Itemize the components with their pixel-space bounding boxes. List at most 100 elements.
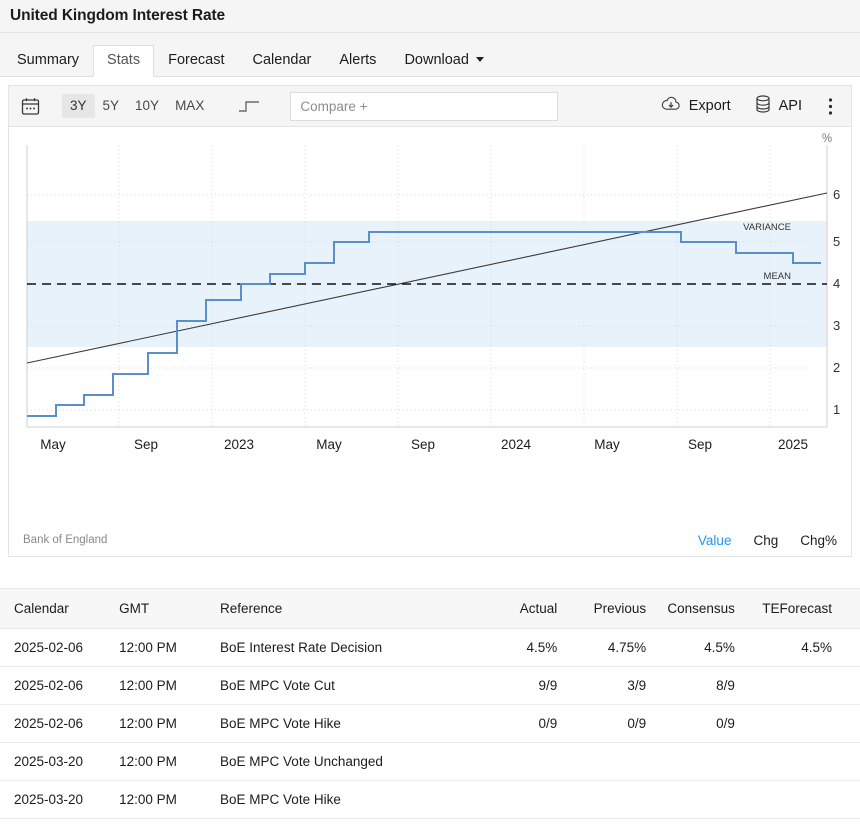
cell-consensus: 4.5% [660,629,749,667]
cell-consensus [660,819,749,829]
svg-text:5: 5 [833,234,840,249]
cell-calendar: 2025-02-06 [0,705,119,743]
y-axis-ticks: 1 2 3 4 5 6 [833,187,840,417]
cell-actual: 9/9 [482,667,571,705]
svg-text:May: May [40,437,66,452]
cell-consensus: 8/9 [660,667,749,705]
table-row[interactable]: 2025-02-06 12:00 PM BoE MPC Vote Hike 0/… [0,705,860,743]
cell-previous: 4.75% [571,629,660,667]
cell-gmt: 12:00 PM [119,667,220,705]
table-row[interactable]: 2025-03-20 12:00 PM BoE MPC Vote Unchang… [0,743,860,781]
metric-link-value[interactable]: Value [698,533,732,548]
cell-reference: BoE MPC Vote Unchanged [220,743,482,781]
svg-text:May: May [594,437,620,452]
svg-text:May: May [316,437,342,452]
cell-gmt: 12:00 PM [119,629,220,667]
cell-reference: BoE MPC Vote Hike [220,781,482,819]
step-chart-icon[interactable] [238,98,260,114]
cell-reference: BoE MPC Vote Cut [220,819,482,829]
tab-forecast[interactable]: Forecast [154,45,238,78]
table-header: Calendar GMT Reference Actual Previous C… [0,589,860,629]
tab-stats[interactable]: Stats [93,45,154,78]
tab-bar: Summary Stats Forecast Calendar Alerts D… [0,33,860,77]
svg-text:Sep: Sep [411,437,435,452]
cell-teforecast [749,743,860,781]
cell-gmt: 12:00 PM [119,781,220,819]
tab-label: Download [404,53,469,68]
cell-previous: 3/9 [571,667,660,705]
svg-text:2025: 2025 [778,437,808,452]
cell-consensus: 0/9 [660,705,749,743]
export-button[interactable]: Export [649,92,743,120]
vertical-dots-icon[interactable] [814,93,841,120]
cell-reference: BoE Interest Rate Decision [220,629,482,667]
tab-summary[interactable]: Summary [3,45,93,78]
cell-actual [482,743,571,781]
svg-text:6: 6 [833,187,840,202]
metric-link-chg[interactable]: Chg [753,533,778,548]
calendar-icon[interactable] [21,97,40,116]
table-row[interactable]: 2025-02-06 12:00 PM BoE Interest Rate De… [0,629,860,667]
database-icon [755,95,771,117]
page-header: United Kingdom Interest Rate [0,0,860,33]
tab-label: Summary [17,52,79,68]
svg-text:3: 3 [833,318,840,333]
cell-calendar: 2025-02-06 [0,667,119,705]
column-header-calendar[interactable]: Calendar [0,589,119,629]
metric-link-chgpct[interactable]: Chg% [800,533,837,548]
cell-actual [482,819,571,829]
api-label: API [779,99,802,114]
cell-previous [571,819,660,829]
column-header-consensus[interactable]: Consensus [660,589,749,629]
tab-label: Forecast [168,52,224,68]
range-button-5y[interactable]: 5Y [95,94,128,118]
range-selector: 3Y 5Y 10Y MAX [62,94,212,118]
svg-text:4: 4 [833,276,840,291]
column-header-actual[interactable]: Actual [482,589,571,629]
cell-teforecast [749,705,860,743]
column-header-previous[interactable]: Previous [571,589,660,629]
cell-gmt: 12:00 PM [119,743,220,781]
cell-previous [571,781,660,819]
cell-consensus [660,781,749,819]
table-row[interactable]: 2025-02-06 12:00 PM BoE MPC Vote Cut 9/9… [0,667,860,705]
chart-metric-links: Value Chg Chg% [698,533,837,548]
svg-text:Sep: Sep [134,437,158,452]
table-row[interactable]: 2025-03-20 12:00 PM BoE MPC Vote Cut [0,819,860,829]
cell-calendar: 2025-02-06 [0,629,119,667]
variance-label: VARIANCE [743,222,791,233]
interest-rate-step-chart: VARIANCE MEAN % 1 2 3 4 5 6 May Sep 2023… [9,127,851,557]
svg-text:Sep: Sep [688,437,712,452]
svg-text:2023: 2023 [224,437,254,452]
tab-download[interactable]: Download [390,45,498,78]
cell-actual: 4.5% [482,629,571,667]
cell-actual: 0/9 [482,705,571,743]
tab-calendar[interactable]: Calendar [239,45,326,78]
cell-gmt: 12:00 PM [119,705,220,743]
cell-previous [571,743,660,781]
chart-plot-area[interactable]: VARIANCE MEAN % 1 2 3 4 5 6 May Sep 2023… [9,127,851,557]
column-header-teforecast[interactable]: TEForecast [749,589,860,629]
cell-actual [482,781,571,819]
svg-text:1: 1 [833,402,840,417]
cell-teforecast [749,781,860,819]
range-button-max[interactable]: MAX [167,94,212,118]
cell-teforecast [749,819,860,829]
column-header-gmt[interactable]: GMT [119,589,220,629]
x-axis-ticks: May Sep 2023 May Sep 2024 May Sep 2025 [40,437,808,452]
svg-text:2024: 2024 [501,437,532,452]
table-row[interactable]: 2025-03-20 12:00 PM BoE MPC Vote Hike [0,781,860,819]
cell-calendar: 2025-03-20 [0,781,119,819]
range-button-3y[interactable]: 3Y [62,94,95,118]
cell-teforecast: 4.5% [749,629,860,667]
calendar-table: Calendar GMT Reference Actual Previous C… [0,588,860,829]
column-header-reference[interactable]: Reference [220,589,482,629]
tab-alerts[interactable]: Alerts [325,45,390,78]
chart-card: 3Y 5Y 10Y MAX Export [8,85,852,557]
table-body: 2025-02-06 12:00 PM BoE Interest Rate De… [0,629,860,829]
api-button[interactable]: API [743,91,814,121]
range-button-10y[interactable]: 10Y [127,94,167,118]
cell-calendar: 2025-03-20 [0,819,119,829]
tab-label: Alerts [339,52,376,68]
compare-input[interactable] [290,92,558,121]
